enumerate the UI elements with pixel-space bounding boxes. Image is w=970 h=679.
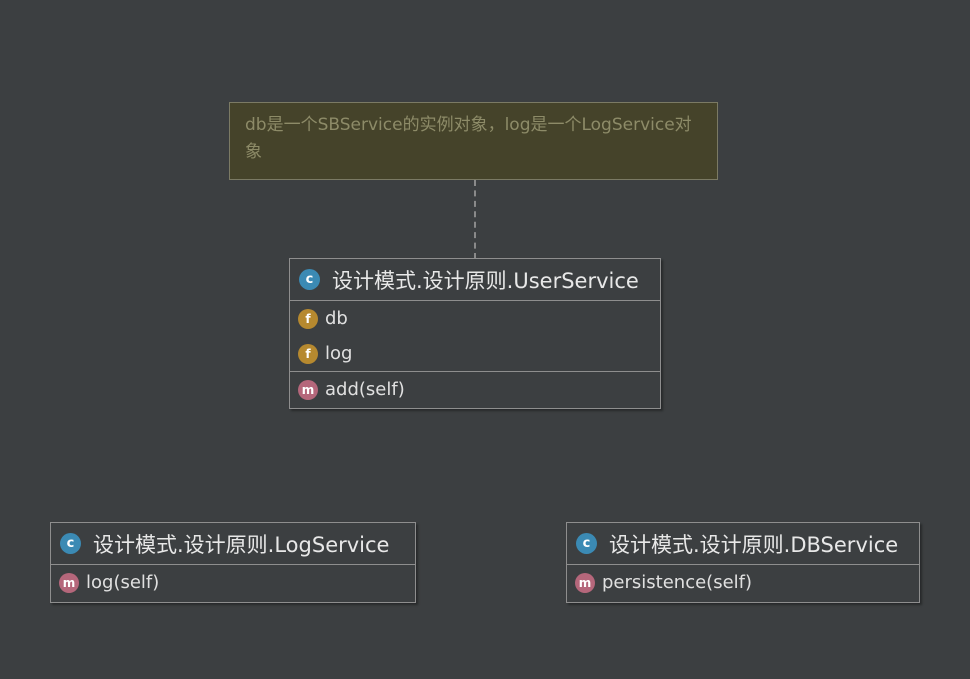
methods-section: m log(self) <box>51 565 415 600</box>
methods-section: m persistence(self) <box>567 565 919 600</box>
note-text: db是一个SBService的实例对象，log是一个LogService对象 <box>245 115 692 162</box>
field-label: db <box>325 308 348 329</box>
method-label: add(self) <box>325 379 405 400</box>
note-connector-line <box>474 180 476 259</box>
class-box-userservice[interactable]: c 设计模式.设计原则.UserService f db f log m add… <box>289 258 661 409</box>
field-row[interactable]: f db <box>290 301 660 336</box>
class-icon: c <box>299 269 320 290</box>
method-row[interactable]: m add(self) <box>290 372 660 407</box>
class-header: c 设计模式.设计原则.LogService <box>51 523 415 565</box>
field-icon: f <box>298 343 318 364</box>
method-icon: m <box>298 379 318 400</box>
class-name: 设计模式.设计原则.LogService <box>93 532 390 557</box>
class-header: c 设计模式.设计原则.UserService <box>290 259 660 301</box>
methods-section: m add(self) <box>290 372 660 407</box>
class-icon: c <box>60 533 81 554</box>
method-icon: m <box>59 572 79 593</box>
fields-section: f db f log <box>290 301 660 372</box>
class-name: 设计模式.设计原则.DBService <box>609 532 899 557</box>
method-label: log(self) <box>86 572 160 593</box>
class-icon: c <box>576 533 597 554</box>
method-row[interactable]: m log(self) <box>51 565 415 600</box>
method-row[interactable]: m persistence(self) <box>567 565 919 600</box>
field-row[interactable]: f log <box>290 336 660 371</box>
class-name: 设计模式.设计原则.UserService <box>332 268 639 293</box>
note-box[interactable]: db是一个SBService的实例对象，log是一个LogService对象 <box>229 102 718 180</box>
field-label: log <box>325 343 353 364</box>
class-header: c 设计模式.设计原则.DBService <box>567 523 919 565</box>
field-icon: f <box>298 308 318 329</box>
class-box-dbservice[interactable]: c 设计模式.设计原则.DBService m persistence(self… <box>566 522 920 603</box>
class-box-logservice[interactable]: c 设计模式.设计原则.LogService m log(self) <box>50 522 416 603</box>
method-label: persistence(self) <box>602 572 753 593</box>
method-icon: m <box>575 572 595 593</box>
